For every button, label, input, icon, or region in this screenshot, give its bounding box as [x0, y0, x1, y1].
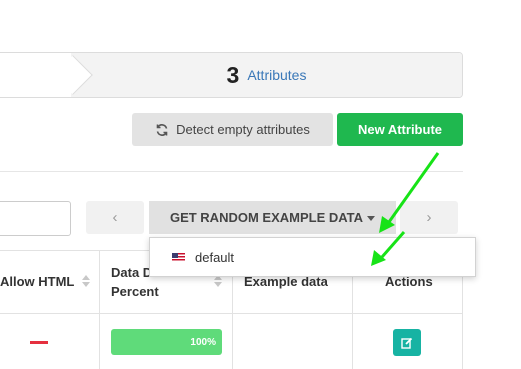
example-data-dropdown-menu: default: [149, 237, 476, 277]
attributes-page: 3 Attributes Detect empty attributes New…: [0, 0, 521, 369]
us-flag-icon: [172, 252, 185, 262]
data-density-progress-bar: 100%: [111, 329, 222, 355]
sort-icon[interactable]: [82, 275, 90, 287]
refresh-icon: [156, 123, 168, 136]
chevron-left-icon: ‹: [112, 209, 118, 226]
column-header-data-density-line2[interactable]: Percent: [111, 282, 159, 301]
chevron-right-icon: ›: [426, 209, 432, 226]
edit-icon: [401, 337, 413, 349]
step-number: 3: [226, 61, 240, 88]
step-current: 3 Attributes: [71, 53, 462, 97]
header-row-divider: [0, 313, 463, 314]
new-attribute-label: New Attribute: [357, 122, 443, 137]
detect-empty-attributes-button[interactable]: Detect empty attributes: [132, 113, 333, 146]
step-indicator: 3 Attributes: [0, 52, 463, 98]
caret-down-icon: [367, 215, 376, 221]
column-header-data-density-line1[interactable]: Data D: [111, 263, 152, 282]
get-random-example-data-button[interactable]: GET RANDOM EXAMPLE DATA: [149, 201, 396, 234]
search-input[interactable]: [0, 201, 71, 236]
section-divider: [0, 171, 463, 172]
new-attribute-button[interactable]: New Attribute: [337, 113, 463, 146]
dropdown-item-default[interactable]: default: [195, 250, 234, 265]
detect-empty-attributes-label: Detect empty attributes: [176, 122, 310, 137]
allow-html-false-indicator: [30, 341, 48, 344]
edit-attribute-button[interactable]: [393, 329, 421, 356]
step-label[interactable]: Attributes: [247, 67, 306, 83]
next-example-button[interactable]: ›: [400, 201, 458, 234]
data-density-value: 100%: [190, 336, 216, 348]
previous-example-button[interactable]: ‹: [86, 201, 144, 234]
get-random-example-data-label: GET RANDOM EXAMPLE DATA: [169, 210, 364, 225]
column-divider: [99, 250, 100, 369]
column-header-allow-html[interactable]: Allow HTML: [0, 272, 74, 291]
